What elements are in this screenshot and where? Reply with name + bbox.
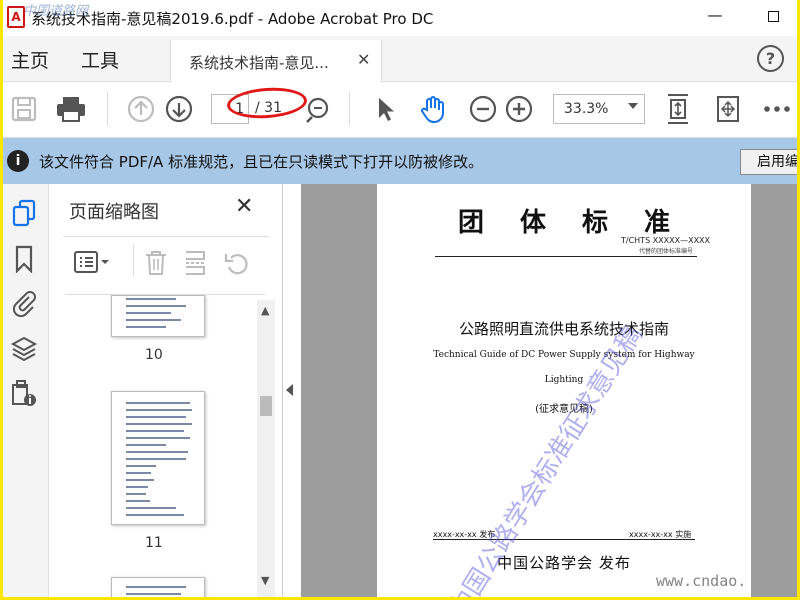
- page-thumbnail[interactable]: [111, 391, 205, 525]
- page-thumbnail[interactable]: [111, 295, 205, 337]
- site-watermark: www.cndao.: [656, 572, 747, 590]
- more-options-icon[interactable]: [761, 94, 793, 124]
- zoom-level-value: 33.3%: [564, 101, 609, 117]
- window-title: 系统技术指南-意见稿2019.6.pdf - Adobe Acrobat Pro…: [31, 10, 434, 28]
- zoom-in-icon[interactable]: [503, 94, 535, 124]
- page-thumbnails-icon[interactable]: [9, 198, 39, 228]
- chevron-down-icon: [628, 103, 638, 109]
- minimize-button[interactable]: —: [700, 6, 730, 28]
- collapse-panel-icon[interactable]: [286, 384, 293, 396]
- document-title-cn: 公路照明直流供电系统技术指南: [458, 320, 669, 338]
- toolbar-separator: [133, 245, 134, 277]
- save-icon[interactable]: [7, 94, 41, 124]
- document-tab-label: 系统技术指南-意见...: [189, 54, 329, 72]
- title-bar: A 系统技术指南-意见稿2019.6.pdf - Adobe Acrobat P…: [3, 0, 797, 36]
- document-tab[interactable]: 系统技术指南-意见... ✕: [170, 40, 382, 82]
- delete-pages-icon[interactable]: [143, 249, 169, 281]
- maximize-button[interactable]: [758, 6, 788, 28]
- help-icon[interactable]: ?: [757, 45, 784, 72]
- previous-page-icon[interactable]: [125, 94, 157, 124]
- navigation-rail: [3, 184, 49, 597]
- overlay-watermark: 中国道路网: [23, 4, 89, 19]
- page-thumbnail[interactable]: [111, 577, 205, 597]
- info-message: 该文件符合 PDF/A 标准规范，且已在只读模式下打开以防被修改。: [39, 153, 484, 171]
- bookmarks-icon[interactable]: [9, 244, 39, 274]
- full-screen-icon[interactable]: [711, 94, 745, 124]
- document-title-en: Technical Guide of DC Power Supply syste…: [433, 350, 695, 360]
- next-page-icon[interactable]: [163, 94, 195, 124]
- zoom-out-icon[interactable]: [467, 94, 499, 124]
- document-view[interactable]: 团体标准 T/CHTS XXXXX—XXXX 代替的团体标准编号 公路照明直流供…: [301, 184, 797, 597]
- menu-home[interactable]: 主页: [11, 46, 49, 73]
- document-title-en-2: Lighting: [544, 375, 584, 385]
- acrobat-window: A 系统技术指南-意见稿2019.6.pdf - Adobe Acrobat P…: [3, 0, 797, 597]
- scroll-up-icon[interactable]: ▲: [261, 304, 269, 317]
- layers-icon[interactable]: [9, 334, 39, 364]
- print-icon[interactable]: [53, 94, 89, 124]
- scrollbar-thumb[interactable]: [260, 396, 272, 416]
- pdfa-info-bar: i 该文件符合 PDF/A 标准规范，且已在只读模式下打开以防被修改。 启用编辑: [3, 138, 797, 184]
- close-panel-icon[interactable]: ✕: [235, 194, 253, 219]
- draft-watermark: 中国公路学会标准征求意见稿: [444, 320, 649, 597]
- hand-tool-icon[interactable]: [415, 94, 451, 124]
- thumbnail-page-number: 11: [145, 535, 163, 551]
- menu-bar: 主页 工具 系统技术指南-意见... ✕ ?: [3, 36, 797, 82]
- menu-tools[interactable]: 工具: [81, 46, 119, 73]
- thumbnail-list: 10 11: [65, 294, 265, 597]
- tab-close-icon[interactable]: ✕: [357, 50, 370, 69]
- page-thumbnails-panel: 页面缩略图 ✕ 10 11: [49, 184, 283, 597]
- scroll-down-icon[interactable]: ▼: [261, 574, 269, 587]
- toolbar: / 31 33.3%: [3, 82, 797, 138]
- pdf-page: 团体标准 T/CHTS XXXXX—XXXX 代替的团体标准编号 公路照明直流供…: [377, 184, 751, 597]
- publisher: 中国公路学会 发布: [497, 554, 631, 572]
- divider: [433, 539, 695, 540]
- attachments-icon[interactable]: [9, 288, 39, 318]
- thumbnail-page-number: 10: [145, 347, 163, 363]
- toolbar-separator: [349, 92, 350, 126]
- thumbnail-options-icon[interactable]: [73, 249, 111, 279]
- info-icon: i: [7, 150, 29, 172]
- enable-editing-button[interactable]: 启用编辑: [740, 149, 797, 175]
- document-properties-icon[interactable]: [9, 378, 39, 408]
- toolbar-separator: [107, 92, 108, 126]
- fit-page-icon[interactable]: [661, 94, 695, 124]
- select-tool-icon[interactable]: [369, 94, 401, 124]
- maximize-icon: [767, 11, 779, 22]
- insert-pages-icon[interactable]: [183, 249, 209, 281]
- thumbnail-toolbar: [63, 236, 269, 288]
- thumbnail-scrollbar[interactable]: ▲ ▼: [257, 300, 275, 597]
- panel-title: 页面缩略图: [69, 202, 159, 223]
- rotate-pages-icon[interactable]: [223, 249, 251, 281]
- zoom-level-dropdown[interactable]: 33.3%: [553, 94, 645, 124]
